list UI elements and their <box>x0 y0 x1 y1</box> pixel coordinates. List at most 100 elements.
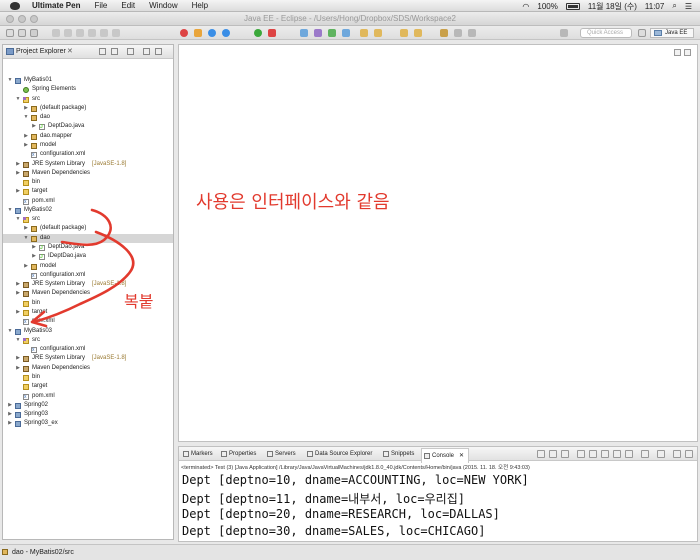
server-stop-icon[interactable] <box>180 29 188 37</box>
project-explorer-tab[interactable]: Project Explorer ✕ <box>3 45 173 59</box>
tree-item[interactable]: ▶ target <box>3 187 173 196</box>
tree-item[interactable]: ▼ src <box>3 336 173 345</box>
expanded-chevron-icon[interactable]: ▼ <box>23 113 29 122</box>
tree-item[interactable]: bin <box>3 178 173 187</box>
clock-time[interactable]: 11:07 <box>645 2 664 11</box>
battery-icon[interactable] <box>565 2 580 10</box>
tree-item[interactable]: ▶ Spring03_ex <box>3 419 173 428</box>
last-edit-icon[interactable] <box>440 29 448 37</box>
collapsed-chevron-icon[interactable]: ▶ <box>15 364 21 373</box>
close-icon[interactable]: ✕ <box>459 452 464 459</box>
collapsed-chevron-icon[interactable]: ▶ <box>15 160 21 169</box>
print-icon[interactable] <box>30 29 38 37</box>
collapsed-chevron-icon[interactable]: ▶ <box>15 354 21 363</box>
collapsed-chevron-icon[interactable]: ▶ <box>7 419 13 428</box>
apple-icon[interactable] <box>10 1 20 10</box>
menu-window[interactable]: Window <box>149 1 177 10</box>
collapsed-chevron-icon[interactable]: ▶ <box>31 252 37 261</box>
terminate-console-icon[interactable] <box>537 450 545 458</box>
menu-help[interactable]: Help <box>192 1 208 10</box>
collapsed-chevron-icon[interactable]: ▶ <box>15 187 21 196</box>
collapsed-chevron-icon[interactable]: ▶ <box>23 224 29 233</box>
tree-item[interactable]: ▶ DeptDao.java <box>3 243 173 253</box>
collapsed-chevron-icon[interactable]: ▶ <box>7 410 13 419</box>
collapsed-chevron-icon[interactable]: ▶ <box>23 262 29 271</box>
expanded-chevron-icon[interactable]: ▼ <box>15 336 21 345</box>
collapsed-chevron-icon[interactable]: ▶ <box>15 280 21 289</box>
tree-item[interactable]: ▶ Maven Dependencies <box>3 169 173 178</box>
skip-breakpoints-icon[interactable] <box>52 29 60 37</box>
expanded-chevron-icon[interactable]: ▼ <box>23 234 29 243</box>
maximize-console-icon[interactable] <box>685 450 693 458</box>
open-console-icon[interactable] <box>657 450 665 458</box>
clock-date[interactable]: 11월 18일 (수) <box>588 1 637 12</box>
close-icon[interactable]: ✕ <box>67 47 73 55</box>
collapsed-chevron-icon[interactable]: ▶ <box>15 289 21 298</box>
tree-item[interactable]: configuration.xml <box>3 271 173 281</box>
annotation-next-icon[interactable] <box>400 29 408 37</box>
tab-markers[interactable]: Markers <box>183 451 213 457</box>
word-wrap-icon[interactable] <box>601 450 609 458</box>
show-console-icon[interactable] <box>625 450 633 458</box>
collapsed-chevron-icon[interactable]: ▶ <box>15 308 21 317</box>
tree-item[interactable]: pom.xml <box>3 317 173 327</box>
collapsed-chevron-icon[interactable]: ▶ <box>31 243 37 252</box>
app-name[interactable]: Ultimate Pen <box>32 1 80 10</box>
search-tool-icon[interactable] <box>374 29 382 37</box>
collapsed-chevron-icon[interactable]: ▶ <box>15 169 21 178</box>
minimize-console-icon[interactable] <box>673 450 681 458</box>
tree-item[interactable]: ▶ Spring03 <box>3 410 173 419</box>
tree-item[interactable]: ▼ dao <box>3 233 173 243</box>
pin-console-icon[interactable] <box>613 450 621 458</box>
expanded-chevron-icon[interactable]: ▼ <box>15 95 21 104</box>
tree-item[interactable]: ▶ (default package) <box>3 224 173 233</box>
wifi-icon[interactable]: ◠ <box>522 2 529 11</box>
back-icon[interactable] <box>454 29 462 37</box>
tab-data-source-explorer[interactable]: Data Source Explorer <box>307 451 372 457</box>
toolbar-chevron-icon[interactable] <box>560 29 568 37</box>
forward-icon[interactable] <box>468 29 476 37</box>
menu-file[interactable]: File <box>94 1 107 10</box>
step-over-icon[interactable] <box>100 29 108 37</box>
quick-access-input[interactable]: Quick Access <box>580 28 632 38</box>
tree-item[interactable]: configuration.xml <box>3 345 173 355</box>
tree-item[interactable]: ▼ MyBatis03 <box>3 327 173 336</box>
display-selected-console-icon[interactable] <box>641 450 649 458</box>
open-perspective-icon[interactable] <box>638 29 646 37</box>
open-task-icon[interactable] <box>360 29 368 37</box>
tab-servers[interactable]: Servers <box>267 451 296 457</box>
step-into-icon[interactable] <box>88 29 96 37</box>
debug-icon[interactable] <box>208 29 216 37</box>
clear-console-icon[interactable] <box>577 450 585 458</box>
remove-all-terminated-icon[interactable] <box>561 450 569 458</box>
remove-launch-icon[interactable] <box>549 450 557 458</box>
publish-icon[interactable] <box>194 29 202 37</box>
new-server-icon[interactable] <box>300 29 308 37</box>
collapse-all-icon[interactable] <box>99 48 106 55</box>
new-icon[interactable] <box>6 29 14 37</box>
tree-item[interactable]: ▶ IDeptDao.java <box>3 252 173 262</box>
debug-dropdown-icon[interactable] <box>222 29 230 37</box>
tree-item[interactable]: ▼ dao <box>3 113 173 122</box>
link-editor-icon[interactable] <box>111 48 118 55</box>
tree-item[interactable]: Spring Elements <box>3 85 173 94</box>
open-type-icon[interactable] <box>342 29 350 37</box>
maximize-editor-icon[interactable] <box>684 49 691 56</box>
tree-item[interactable]: ▶ JRE System Library [JavaSE-1.8] <box>3 354 173 363</box>
minimize-editor-icon[interactable] <box>674 49 681 56</box>
notification-list-icon[interactable]: ☰ <box>685 2 692 11</box>
run-external-icon[interactable] <box>268 29 276 37</box>
new-class-icon[interactable] <box>328 29 336 37</box>
run-icon[interactable] <box>254 29 262 37</box>
perspective-java-ee[interactable]: Java EE <box>650 28 694 38</box>
scroll-lock-icon[interactable] <box>589 450 597 458</box>
tab-properties[interactable]: Properties <box>221 451 256 457</box>
step-return-icon[interactable] <box>112 29 120 37</box>
tree-item[interactable]: ▼ MyBatis01 <box>3 76 173 85</box>
tab-console[interactable]: Console ✕ <box>421 448 470 463</box>
minimize-view-icon[interactable] <box>143 48 150 55</box>
tree-item[interactable]: bin <box>3 373 173 382</box>
tab-snippets[interactable]: Snippets <box>383 451 414 457</box>
expanded-chevron-icon[interactable]: ▼ <box>15 215 21 224</box>
tree-item[interactable]: ▶ (default package) <box>3 104 173 113</box>
